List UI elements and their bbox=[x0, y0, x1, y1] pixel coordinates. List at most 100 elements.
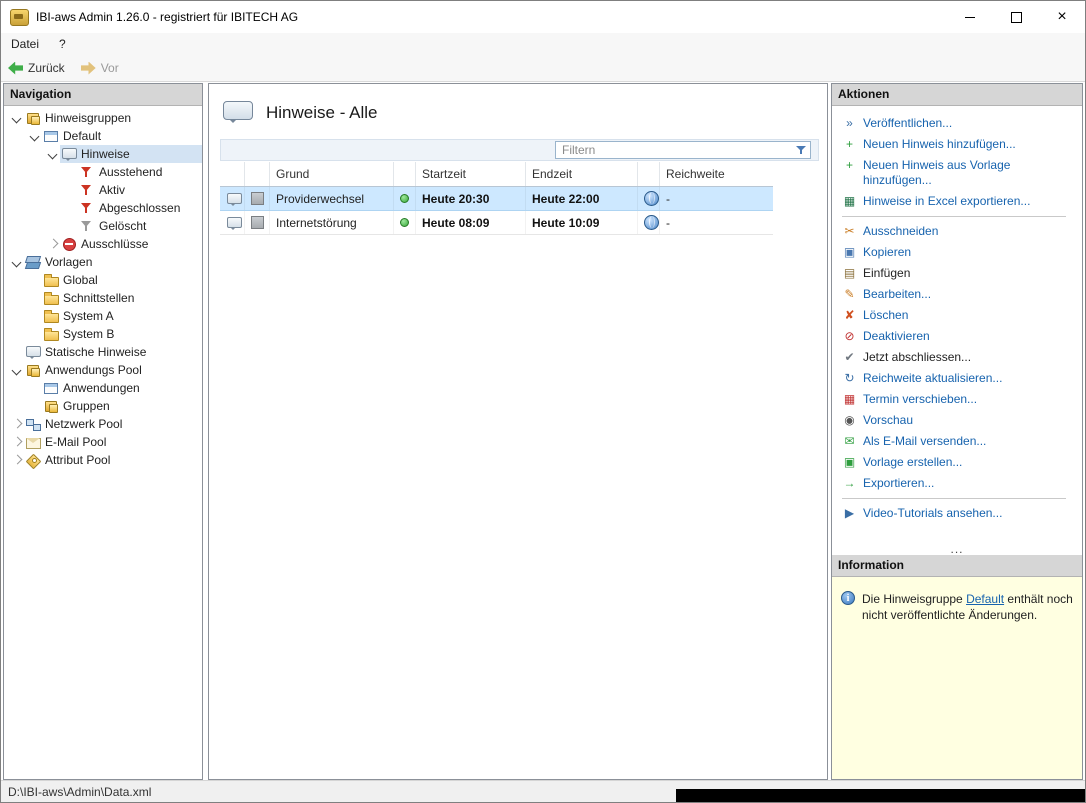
info-text-before: Die Hinweisgruppe bbox=[862, 592, 967, 606]
hinweise-table: Grund Startzeit Endzeit Reichweite Provider… bbox=[220, 162, 773, 235]
nav-item-label: E-Mail Pool bbox=[45, 435, 107, 449]
hinweis-type-icon bbox=[251, 192, 264, 205]
action-video-tutorials-ansehen[interactable]: ▶ Video-Tutorials ansehen... bbox=[840, 503, 1078, 524]
nav-item-label: Ausstehend bbox=[99, 165, 163, 179]
action-reichweite-aktualisieren[interactable]: ↻ Reichweite aktualisieren... bbox=[840, 368, 1078, 389]
chevron-right-icon[interactable] bbox=[10, 435, 24, 449]
action-neuen-hinweis-aus-vorlage-hinzuf-gen[interactable]: + Neuen Hinweis aus Vorlage hinzufügen... bbox=[840, 155, 1078, 191]
noentry-icon bbox=[61, 236, 77, 252]
table-header-cell-empty[interactable] bbox=[637, 162, 659, 186]
bubble-icon bbox=[25, 344, 41, 360]
action-bearbeiten[interactable]: ✎ Bearbeiten... bbox=[840, 284, 1078, 305]
table-cell: Providerwechsel bbox=[269, 187, 393, 210]
nav-item-anwendungs-pool[interactable]: Anwendungs Pool bbox=[4, 361, 202, 379]
navigation-tree: Hinweisgruppen Default Hinweise Ausstehend A… bbox=[4, 106, 202, 469]
nav-item-schnittstellen[interactable]: Schnittstellen bbox=[4, 289, 202, 307]
action-l-schen[interactable]: ✘ Löschen bbox=[840, 305, 1078, 326]
close-button[interactable]: × bbox=[1039, 1, 1085, 33]
table-cell: - bbox=[659, 211, 773, 234]
forward-button-label: Vor bbox=[100, 61, 119, 75]
action-hinweise-in-excel-exportieren[interactable]: ▦ Hinweise in Excel exportieren... bbox=[840, 191, 1078, 212]
chevron-down-icon[interactable] bbox=[10, 363, 24, 377]
action-jetzt-abschliessen[interactable]: ✔ Jetzt abschliessen... bbox=[840, 347, 1078, 368]
action-termin-verschieben[interactable]: ▦ Termin verschieben... bbox=[840, 389, 1078, 410]
chevron-down-icon[interactable] bbox=[46, 147, 60, 161]
table-cell: Heute 08:09 bbox=[415, 211, 525, 234]
minimize-button[interactable] bbox=[947, 1, 993, 33]
window-controls: × bbox=[947, 1, 1085, 33]
menu-datei[interactable]: Datei bbox=[1, 34, 49, 54]
chevron-right-icon[interactable] bbox=[10, 417, 24, 431]
nav-item-gel-scht[interactable]: Gelöscht bbox=[4, 217, 202, 235]
action-einf-gen[interactable]: ▤ Einfügen bbox=[840, 263, 1078, 284]
nav-item-statische-hinweise[interactable]: Statische Hinweise bbox=[4, 343, 202, 361]
table-header-startzeit[interactable]: Startzeit bbox=[415, 162, 525, 186]
nav-item-attribut-pool[interactable]: Attribut Pool bbox=[4, 451, 202, 469]
table-header-grund[interactable]: Grund bbox=[269, 162, 393, 186]
forward-button[interactable]: Vor bbox=[80, 61, 119, 75]
maximize-icon bbox=[1010, 11, 1022, 23]
nav-item-hinweise[interactable]: Hinweise bbox=[4, 145, 202, 163]
table-header-cell-empty[interactable] bbox=[220, 162, 244, 186]
filter-funnel-icon[interactable] bbox=[795, 144, 807, 156]
table-row[interactable]: Providerwechsel Heute 20:30 Heute 22:00 - bbox=[220, 187, 773, 211]
table-row[interactable]: Internetstörung Heute 08:09 Heute 10:09 - bbox=[220, 211, 773, 235]
nav-item-system-b[interactable]: System B bbox=[4, 325, 202, 343]
bubble-icon bbox=[61, 146, 77, 162]
nav-item-abgeschlossen[interactable]: Abgeschlossen bbox=[4, 199, 202, 217]
actions-overflow-indicator[interactable]: ... bbox=[832, 543, 1082, 555]
action-als-e-mail-versenden[interactable]: ✉ Als E-Mail versenden... bbox=[840, 431, 1078, 452]
nav-item-anwendungen[interactable]: Anwendungen bbox=[4, 379, 202, 397]
action-deaktivieren[interactable]: ⊘ Deaktivieren bbox=[840, 326, 1078, 347]
nav-item-default[interactable]: Default bbox=[4, 127, 202, 145]
group-cube-icon bbox=[25, 362, 41, 378]
table-cell: Heute 20:30 bbox=[415, 187, 525, 210]
group-cube-icon bbox=[43, 398, 59, 414]
chevron-down-icon[interactable] bbox=[10, 255, 24, 269]
table-header-reichweite[interactable]: Reichweite bbox=[659, 162, 773, 186]
nav-item-ausstehend[interactable]: Ausstehend bbox=[4, 163, 202, 181]
chevron-down-icon[interactable] bbox=[10, 111, 24, 125]
filter-input[interactable] bbox=[556, 142, 810, 158]
table-header-cell-empty[interactable] bbox=[244, 162, 269, 186]
folder-icon bbox=[43, 272, 59, 288]
menu-help[interactable]: ? bbox=[49, 34, 76, 54]
nav-item-global[interactable]: Global bbox=[4, 271, 202, 289]
status-dot-icon bbox=[400, 218, 409, 227]
action-vorschau[interactable]: ◉ Vorschau bbox=[840, 410, 1078, 431]
nav-item-label: Schnittstellen bbox=[63, 291, 135, 305]
nav-item-e-mail-pool[interactable]: E-Mail Pool bbox=[4, 433, 202, 451]
nav-item-label: Vorlagen bbox=[45, 255, 93, 269]
table-header-cell-empty[interactable] bbox=[393, 162, 415, 186]
publish-icon: » bbox=[846, 116, 853, 130]
cell-grund: Providerwechsel bbox=[276, 191, 365, 206]
action-neuen-hinweis-hinzuf-gen[interactable]: + Neuen Hinweis hinzufügen... bbox=[840, 134, 1078, 155]
chevron-down-icon[interactable] bbox=[28, 129, 42, 143]
nav-item-aktiv[interactable]: Aktiv bbox=[4, 181, 202, 199]
nav-item-ausschl-sse[interactable]: Ausschlüsse bbox=[4, 235, 202, 253]
action-vorlage-erstellen[interactable]: ▣ Vorlage erstellen... bbox=[840, 452, 1078, 473]
nav-item-hinweisgruppen[interactable]: Hinweisgruppen bbox=[4, 109, 202, 127]
default-group-link[interactable]: Default bbox=[966, 592, 1004, 606]
table-header-endzeit[interactable]: Endzeit bbox=[525, 162, 637, 186]
export-icon: → bbox=[843, 476, 856, 490]
back-button[interactable]: Zurück bbox=[8, 61, 65, 75]
video-icon: ▶ bbox=[844, 506, 855, 520]
action-exportieren[interactable]: → Exportieren... bbox=[840, 473, 1078, 494]
nav-item-vorlagen[interactable]: Vorlagen bbox=[4, 253, 202, 271]
nav-item-netzwerk-pool[interactable]: Netzwerk Pool bbox=[4, 415, 202, 433]
action-ausschneiden[interactable]: ✂ Ausschneiden bbox=[840, 221, 1078, 242]
action-kopieren[interactable]: ▣ Kopieren bbox=[840, 242, 1078, 263]
chevron-right-icon[interactable] bbox=[46, 237, 60, 251]
action-label: Exportieren... bbox=[863, 476, 935, 490]
action-ver-ffentlichen[interactable]: » Veröffentlichen... bbox=[840, 113, 1078, 134]
nav-item-label: System A bbox=[63, 309, 114, 323]
maximize-button[interactable] bbox=[993, 1, 1039, 33]
chevron-right-icon[interactable] bbox=[10, 453, 24, 467]
nav-item-system-a[interactable]: System A bbox=[4, 307, 202, 325]
nav-item-gruppen[interactable]: Gruppen bbox=[4, 397, 202, 415]
